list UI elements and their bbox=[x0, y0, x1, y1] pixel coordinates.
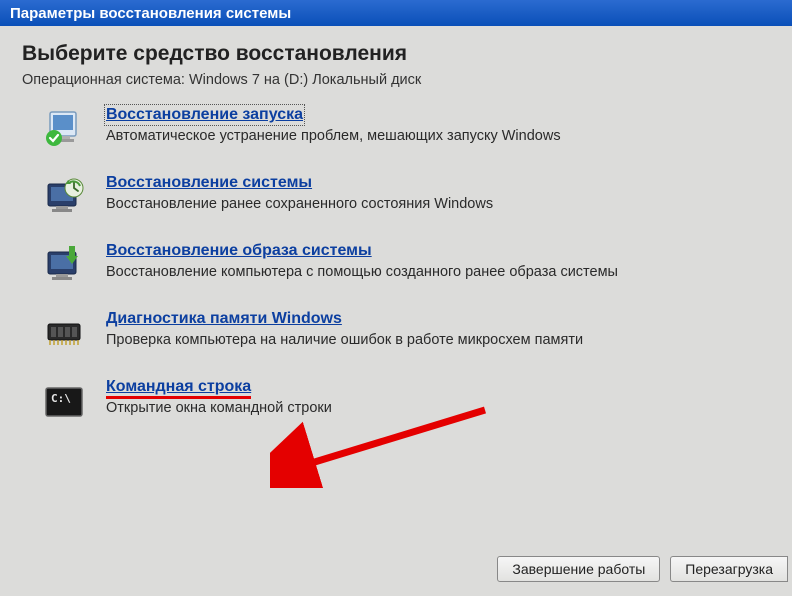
startup-repair-desc: Автоматическое устранение проблем, мешаю… bbox=[106, 128, 770, 144]
option-memory-diagnostic: Диагностика памяти Windows Проверка комп… bbox=[22, 310, 770, 356]
svg-text:C:\: C:\ bbox=[51, 392, 71, 405]
image-recovery-icon bbox=[42, 244, 86, 288]
os-info: Операционная система: Windows 7 на (D:) … bbox=[22, 72, 770, 88]
option-image-recovery: Восстановление образа системы Восстановл… bbox=[22, 242, 770, 288]
system-restore-icon bbox=[42, 176, 86, 220]
command-prompt-icon: C:\ bbox=[42, 380, 86, 424]
option-startup-repair: Восстановление запуска Автоматическое ус… bbox=[22, 106, 770, 152]
memory-diagnostic-link[interactable]: Диагностика памяти Windows bbox=[106, 310, 342, 328]
option-system-restore: Восстановление системы Восстановление ра… bbox=[22, 174, 770, 220]
startup-repair-icon bbox=[42, 108, 86, 152]
button-bar: Завершение работы Перезагрузка bbox=[497, 556, 792, 582]
startup-repair-link[interactable]: Восстановление запуска bbox=[106, 106, 303, 124]
system-restore-link[interactable]: Восстановление системы bbox=[106, 174, 312, 192]
restart-button[interactable]: Перезагрузка bbox=[670, 556, 788, 582]
system-restore-desc: Восстановление ранее сохраненного состоя… bbox=[106, 196, 770, 212]
command-prompt-link[interactable]: Командная строка bbox=[106, 378, 251, 396]
titlebar-text: Параметры восстановления системы bbox=[10, 5, 291, 22]
shutdown-button[interactable]: Завершение работы bbox=[497, 556, 660, 582]
memory-diagnostic-desc: Проверка компьютера на наличие ошибок в … bbox=[106, 332, 770, 348]
content-area: Выберите средство восстановления Операци… bbox=[0, 26, 792, 456]
image-recovery-link[interactable]: Восстановление образа системы bbox=[106, 242, 372, 260]
image-recovery-desc: Восстановление компьютера с помощью созд… bbox=[106, 264, 770, 280]
titlebar: Параметры восстановления системы bbox=[0, 0, 792, 26]
command-prompt-desc: Открытие окна командной строки bbox=[106, 400, 770, 416]
memory-diagnostic-icon bbox=[42, 312, 86, 356]
option-command-prompt: C:\ Командная строка Открытие окна коман… bbox=[22, 378, 770, 424]
page-heading: Выберите средство восстановления bbox=[22, 42, 770, 66]
